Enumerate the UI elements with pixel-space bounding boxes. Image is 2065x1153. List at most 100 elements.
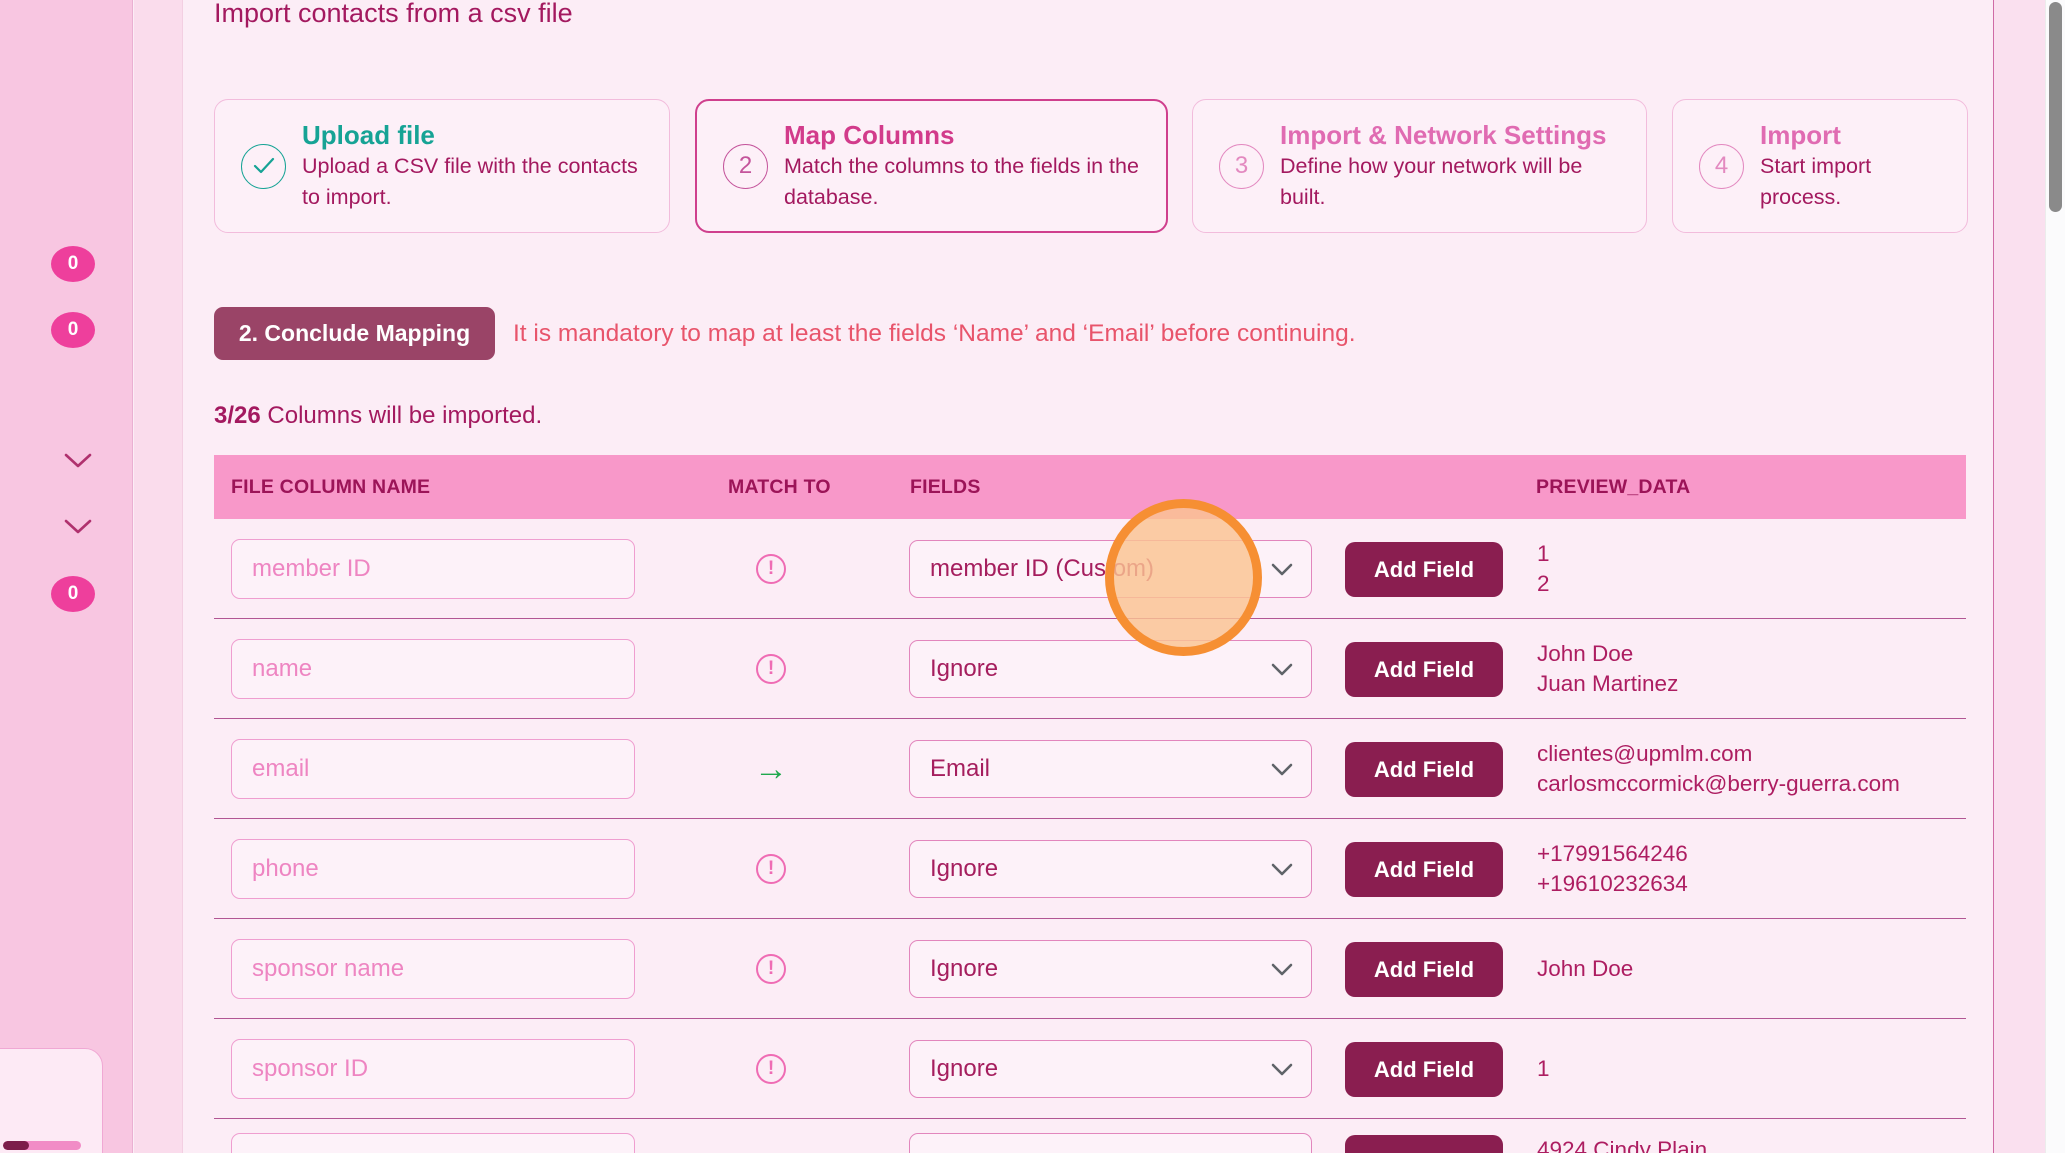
columns-imported-summary: 3/26 Columns will be imported. [214, 402, 542, 430]
wizard-step-card[interactable]: 2 Map Columns Match the columns to the f… [695, 99, 1168, 233]
match-status-cell: ! [743, 619, 799, 719]
match-status-cell: ! [743, 1019, 799, 1119]
table-row: ! member ID (Custom) Add Field 12 [214, 519, 1966, 619]
columns-imported-note: Columns will be imported. [261, 402, 542, 429]
scrollbar-thumb[interactable] [2049, 2, 2062, 212]
match-status-cell: → [743, 719, 799, 819]
preview-value: +17991564246 [1537, 839, 1956, 869]
preview-data-cell: clientes@upmlm.comcarlosmccormick@berry-… [1537, 719, 1956, 819]
table-header-row: FILE COLUMN NAME MATCH TO FIELDS PREVIEW… [214, 455, 1966, 519]
match-status-cell: ! [743, 819, 799, 919]
chevron-down-icon [1271, 963, 1293, 976]
fields-dropdown[interactable]: Email [909, 740, 1312, 798]
header-preview-data: PREVIEW_DATA [1536, 455, 1690, 519]
preview-value: carlosmccormick@berry-guerra.com [1537, 769, 1956, 799]
step-description: Upload a CSV file with the contacts to i… [302, 151, 651, 213]
warning-icon: ! [756, 554, 786, 584]
sidebar-gutter [134, 0, 183, 1153]
fields-dropdown[interactable]: Ignore [909, 1040, 1312, 1098]
step-title: Map Columns [784, 119, 1148, 151]
file-column-input[interactable] [231, 739, 635, 799]
warning-icon: ! [756, 1054, 786, 1084]
step-title: Import & Network Settings [1280, 119, 1628, 151]
file-column-input[interactable] [231, 1039, 635, 1099]
table-row: ! Ignore Add Field 1 [214, 1019, 1966, 1119]
table-row: Add Field 4924 Cindy Plain [214, 1119, 1966, 1153]
fields-dropdown-value: Email [910, 755, 1271, 783]
warning-icon: ! [756, 854, 786, 884]
vertical-scrollbar[interactable] [2045, 0, 2065, 1153]
add-field-button[interactable]: Add Field [1345, 642, 1503, 697]
table-row: ! Ignore Add Field +17991564246+19610232… [214, 819, 1966, 919]
table-row: ! Ignore Add Field John DoeJuan Martinez [214, 619, 1966, 719]
fields-dropdown-value: Ignore [910, 655, 1271, 683]
file-column-input[interactable] [231, 839, 635, 899]
step-marker-icon: 3 [1219, 144, 1264, 189]
notification-badge: 0 [51, 246, 95, 282]
progress-bar [3, 1141, 81, 1150]
preview-data-cell: John Doe [1537, 919, 1956, 1019]
add-field-button[interactable]: Add Field [1345, 1042, 1503, 1097]
fields-dropdown-value: Ignore [910, 955, 1271, 983]
table-body: ! member ID (Custom) Add Field 12 ! Igno… [214, 519, 1966, 1153]
fields-dropdown[interactable]: Ignore [909, 940, 1312, 998]
fields-dropdown-value: member ID (Custom) [910, 555, 1271, 583]
fields-dropdown[interactable] [909, 1133, 1312, 1153]
add-field-button[interactable]: Add Field [1345, 1135, 1503, 1153]
preview-data-cell: +17991564246+19610232634 [1537, 819, 1956, 919]
chevron-down-icon [1271, 1063, 1293, 1076]
table-row: → Email Add Field clientes@upmlm.comcarl… [214, 719, 1966, 819]
add-field-button[interactable]: Add Field [1345, 742, 1503, 797]
preview-value: 2 [1537, 569, 1956, 599]
mandatory-warning-text: It is mandatory to map at least the fiel… [513, 320, 1356, 348]
mapped-arrow-icon: → [754, 752, 788, 786]
step-description: Match the columns to the fields in the d… [784, 151, 1148, 213]
fields-dropdown[interactable]: member ID (Custom) [909, 540, 1312, 598]
chevron-down-icon [1271, 763, 1293, 776]
preview-value: clientes@upmlm.com [1537, 739, 1956, 769]
preview-data-cell: 12 [1537, 519, 1956, 619]
preview-value: 1 [1537, 1054, 1956, 1084]
preview-data-cell: John DoeJuan Martinez [1537, 619, 1956, 719]
chevron-down-icon[interactable] [62, 517, 94, 535]
chevron-down-icon[interactable] [62, 451, 94, 469]
step-description: Define how your network will be built. [1280, 151, 1628, 213]
step-title: Import [1760, 119, 1949, 151]
file-column-input[interactable] [231, 639, 635, 699]
file-column-input[interactable] [231, 939, 635, 999]
preview-value: 1 [1537, 539, 1956, 569]
step-marker-icon: 2 [723, 144, 768, 189]
left-sidebar: 0 0 0 [0, 0, 133, 1153]
file-column-input[interactable] [231, 539, 635, 599]
add-field-button[interactable]: Add Field [1345, 942, 1503, 997]
header-match-to: MATCH TO [728, 455, 831, 519]
fields-dropdown-value: Ignore [910, 1055, 1271, 1083]
match-status-cell: ! [743, 519, 799, 619]
header-fields: FIELDS [910, 455, 981, 519]
warning-icon: ! [756, 654, 786, 684]
chevron-down-icon [1271, 663, 1293, 676]
warning-icon: ! [756, 954, 786, 984]
chevron-down-icon [1271, 563, 1293, 576]
header-file-column-name: FILE COLUMN NAME [231, 455, 430, 519]
wizard-step-card[interactable]: Upload file Upload a CSV file with the c… [214, 99, 670, 233]
columns-imported-count: 3/26 [214, 402, 261, 429]
fields-dropdown[interactable]: Ignore [909, 840, 1312, 898]
file-column-input[interactable] [231, 1133, 635, 1153]
add-field-button[interactable]: Add Field [1345, 542, 1503, 597]
check-icon [241, 144, 286, 189]
add-field-button[interactable]: Add Field [1345, 842, 1503, 897]
preview-value: John Doe [1537, 639, 1956, 669]
wizard-step-card[interactable]: 3 Import & Network Settings Define how y… [1192, 99, 1647, 233]
step-title: Upload file [302, 119, 651, 151]
notification-badge: 0 [51, 312, 95, 348]
content-right-gutter [1993, 0, 2045, 1153]
preview-value: 4924 Cindy Plain [1537, 1135, 1956, 1153]
fields-dropdown[interactable]: Ignore [909, 640, 1312, 698]
wizard-step-card[interactable]: 4 Import Start import process. [1672, 99, 1968, 233]
page-title: Import contacts from a csv file [214, 0, 573, 29]
step-description: Start import process. [1760, 151, 1949, 213]
conclude-mapping-button[interactable]: 2. Conclude Mapping [214, 307, 495, 360]
sidebar-bottom-panel [0, 1048, 103, 1153]
column-mapping-table: FILE COLUMN NAME MATCH TO FIELDS PREVIEW… [214, 455, 1966, 1153]
